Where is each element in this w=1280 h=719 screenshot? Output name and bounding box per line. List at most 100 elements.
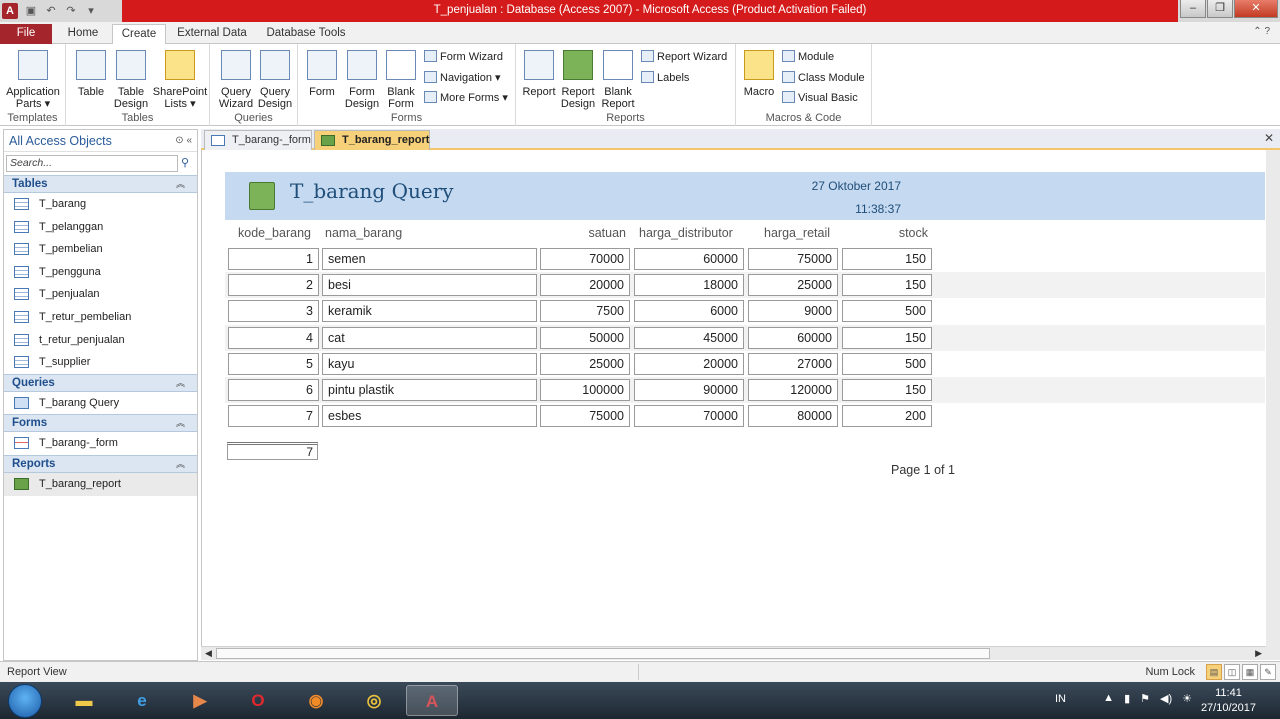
form-wizard-button[interactable]: Form Wizard xyxy=(424,49,503,65)
tab-home[interactable]: Home xyxy=(58,24,108,44)
class-module-icon xyxy=(782,71,795,83)
query-design-button[interactable]: Query Design xyxy=(253,50,297,110)
report-design-button[interactable]: Report Design xyxy=(556,50,600,110)
file-explorer-icon[interactable]: ▬ xyxy=(58,685,110,716)
sharepoint-lists-button[interactable]: SharePoint Lists ▾ xyxy=(152,50,208,110)
report-view-icon[interactable]: ▤ xyxy=(1206,664,1222,680)
blank-report-button[interactable]: Blank Report xyxy=(596,50,640,110)
blank-report-icon xyxy=(603,50,633,80)
nav-item-t-barang-form[interactable]: T_barang-_form xyxy=(4,432,197,455)
nav-item-t-barang-report[interactable]: T_barang_report xyxy=(4,472,197,496)
nav-item-t-pelanggan[interactable]: T_pelanggan xyxy=(4,216,197,239)
visual-basic-button[interactable]: Visual Basic xyxy=(782,90,858,106)
nav-item-t-pengguna[interactable]: T_pengguna xyxy=(4,261,197,284)
nav-item-t-penjualan[interactable]: T_penjualan xyxy=(4,283,197,306)
nav-item-t-retur-penjualan[interactable]: t_retur_penjualan xyxy=(4,329,197,352)
form-design-button[interactable]: Form Design xyxy=(340,50,384,110)
firefox-icon[interactable]: ◉ xyxy=(290,685,342,716)
tab-file[interactable]: File xyxy=(0,24,52,44)
brightness-icon[interactable]: ☀ xyxy=(1182,692,1192,705)
report-time: 11:38:37 xyxy=(855,202,901,216)
media-player-icon[interactable]: ▶ xyxy=(174,685,226,716)
horizontal-scrollbar[interactable]: ◀ ▶ xyxy=(201,646,1266,660)
scroll-left-icon[interactable]: ◀ xyxy=(205,648,212,659)
start-button-icon[interactable] xyxy=(8,684,42,718)
nav-item-t-barang-query[interactable]: T_barang Query xyxy=(4,392,197,415)
collapse-chevron-icon[interactable]: ︽ xyxy=(176,375,185,391)
internet-explorer-icon[interactable]: e xyxy=(116,685,168,716)
nav-item-t-retur-pembelian[interactable]: T_retur_pembelian xyxy=(4,306,197,329)
cell-satuan: 25000 xyxy=(540,353,630,375)
blank-form-button[interactable]: Blank Form xyxy=(379,50,423,110)
macro-button[interactable]: Macro xyxy=(737,50,781,98)
layout-view-icon[interactable]: ▦ xyxy=(1242,664,1258,680)
customize-toolbar-icon[interactable]: ▾ xyxy=(84,4,98,18)
access-taskbar-icon[interactable]: A xyxy=(406,685,458,716)
nav-section-queries[interactable]: Queries ︽ xyxy=(4,373,197,392)
class-module-button[interactable]: Class Module xyxy=(782,70,865,86)
more-forms-button[interactable]: More Forms ▾ xyxy=(424,90,508,106)
navigation-button[interactable]: Navigation ▾ xyxy=(424,70,501,86)
nav-item-t-barang[interactable]: T_barang xyxy=(4,193,197,216)
doc-tab-report[interactable]: T_barang_report xyxy=(314,130,430,150)
chrome-icon[interactable]: ◎ xyxy=(348,685,400,716)
tab-create[interactable]: Create xyxy=(112,24,166,45)
report-header: T_barang Query 27 Oktober 2017 11:38:37 xyxy=(225,172,1265,220)
nav-search-input[interactable]: Search... ⚲ xyxy=(6,155,189,172)
report-wizard-button[interactable]: Report Wizard xyxy=(641,49,727,65)
taskbar-clock[interactable]: 11:41 27/10/2017 xyxy=(1201,686,1256,716)
table-icon xyxy=(14,333,29,346)
volume-icon[interactable]: ◀) xyxy=(1160,692,1172,705)
access-app-icon[interactable]: A xyxy=(2,3,18,19)
table-button[interactable]: Table xyxy=(69,50,113,98)
search-icon[interactable]: ⚲ xyxy=(181,156,197,171)
doc-tab-form[interactable]: T_barang-_form xyxy=(204,130,312,150)
table-design-button[interactable]: Table Design xyxy=(109,50,153,110)
cell-kode-barang: 7 xyxy=(228,405,319,427)
collapse-chevron-icon[interactable]: ︽ xyxy=(176,456,185,472)
report-logo-icon xyxy=(249,182,275,210)
nav-section-reports[interactable]: Reports ︽ xyxy=(4,454,197,473)
application-parts-icon xyxy=(18,50,48,80)
undo-icon[interactable]: ↶ xyxy=(44,4,58,18)
scroll-right-icon[interactable]: ▶ xyxy=(1255,648,1262,659)
nav-section-forms[interactable]: Forms ︽ xyxy=(4,414,197,433)
design-view-icon[interactable]: ✎ xyxy=(1260,664,1276,680)
nav-pane-header[interactable]: All Access Objects ⊙ « xyxy=(4,130,197,152)
close-button[interactable]: ✕ xyxy=(1234,0,1278,18)
application-parts-button[interactable]: Application Parts ▾ xyxy=(6,50,60,110)
scroll-thumb[interactable] xyxy=(216,648,990,659)
module-button[interactable]: Module xyxy=(782,49,834,65)
form-button[interactable]: Form xyxy=(300,50,344,98)
opera-icon[interactable]: O xyxy=(232,685,284,716)
cell-harga-distributor: 6000 xyxy=(634,300,744,322)
collapse-chevron-icon[interactable]: ︽ xyxy=(176,415,185,431)
cell-harga-retail: 25000 xyxy=(748,274,838,296)
network-icon[interactable]: ⚑ xyxy=(1140,692,1150,705)
report-button[interactable]: Report xyxy=(517,50,561,98)
tab-database-tools[interactable]: Database Tools xyxy=(260,24,352,44)
labels-button[interactable]: Labels xyxy=(641,70,689,86)
language-indicator[interactable]: IN xyxy=(1055,693,1066,705)
vertical-scrollbar[interactable] xyxy=(1266,150,1280,660)
query-wizard-button[interactable]: Query Wizard xyxy=(214,50,258,110)
collapse-chevron-icon[interactable]: ︽ xyxy=(176,176,185,192)
help-icon[interactable]: ⌃ ? xyxy=(1253,26,1270,37)
query-design-icon xyxy=(260,50,290,80)
battery-icon[interactable]: ▮ xyxy=(1124,692,1130,705)
table-icon xyxy=(76,50,106,80)
restore-button[interactable]: ❐ xyxy=(1207,0,1233,18)
nav-pane-controls[interactable]: ⊙ « xyxy=(175,135,192,146)
tab-external-data[interactable]: External Data xyxy=(170,24,254,44)
print-preview-icon[interactable]: ◫ xyxy=(1224,664,1240,680)
show-hidden-icons-icon[interactable]: ▲ xyxy=(1103,692,1114,705)
redo-icon[interactable]: ↷ xyxy=(64,4,78,18)
cell-kode-barang: 1 xyxy=(228,248,319,270)
nav-item-t-supplier[interactable]: T_supplier xyxy=(4,351,197,374)
nav-section-tables[interactable]: Tables ︽ xyxy=(4,175,197,193)
minimize-button[interactable]: – xyxy=(1180,0,1206,18)
close-document-icon[interactable]: ✕ xyxy=(1264,131,1274,145)
table-icon xyxy=(14,310,29,323)
save-icon[interactable]: ▣ xyxy=(24,4,38,18)
nav-item-t-pembelian[interactable]: T_pembelian xyxy=(4,238,197,261)
